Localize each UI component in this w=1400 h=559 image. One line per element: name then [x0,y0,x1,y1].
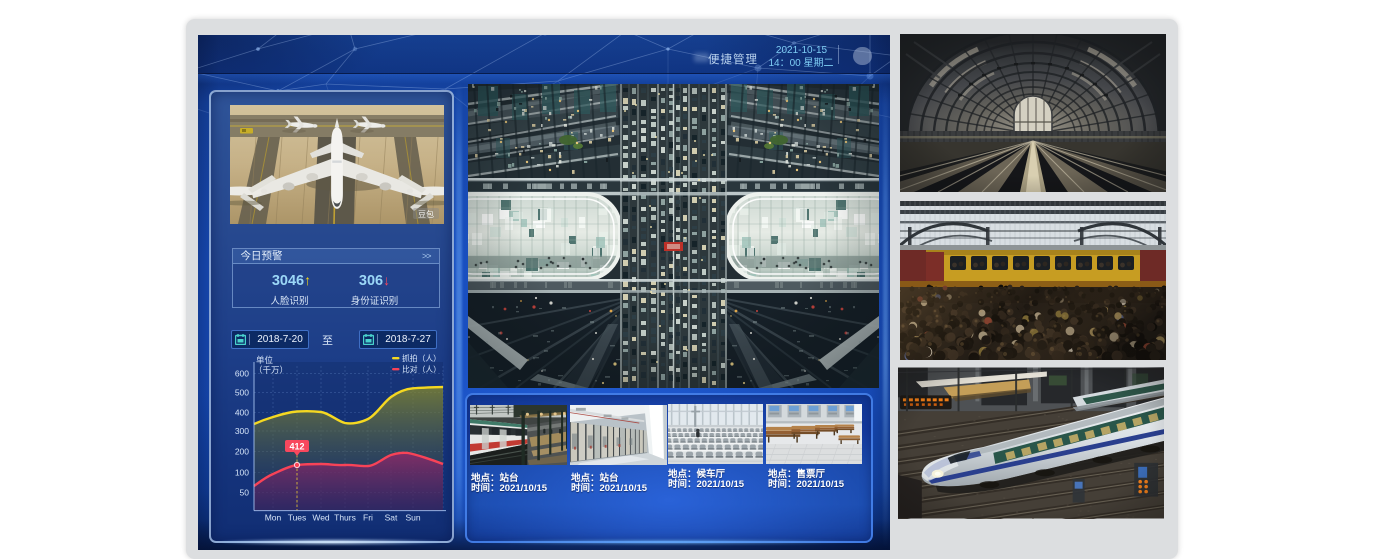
svg-text:50: 50 [240,488,250,498]
svg-text:Wed: Wed [312,513,330,523]
svg-text:500: 500 [235,388,249,398]
svg-text:Thurs: Thurs [334,513,356,523]
svg-text:豆包: 豆包 [418,209,434,219]
svg-text:Fri: Fri [363,513,373,523]
svg-text:Mon: Mon [265,513,282,523]
svg-text:（千万）: （千万） [254,365,288,375]
svg-text:600: 600 [235,369,249,379]
svg-text:200: 200 [235,447,249,457]
svg-text:Sat: Sat [385,513,398,523]
svg-text:Sun: Sun [405,513,420,523]
svg-text:比对（人）: 比对（人） [402,364,441,374]
svg-text:412: 412 [289,442,304,452]
svg-text:300: 300 [235,426,249,436]
svg-text:400: 400 [235,407,249,417]
svg-text:单位: 单位 [256,355,274,365]
svg-text:抓拍（人）: 抓拍（人） [402,353,441,363]
svg-text:100: 100 [235,467,249,477]
svg-text:Tues: Tues [288,513,307,523]
